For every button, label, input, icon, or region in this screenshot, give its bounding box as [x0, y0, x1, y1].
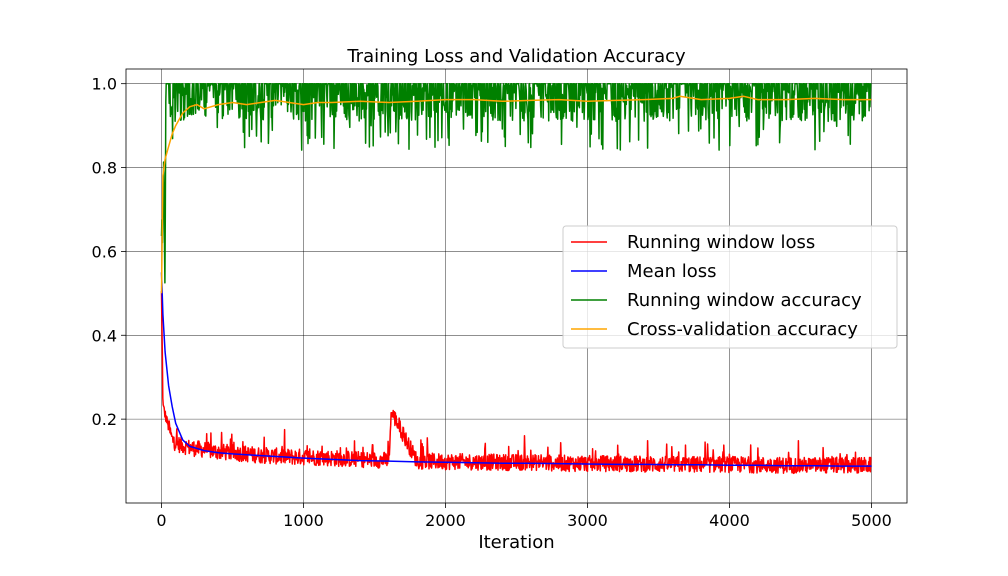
legend-label: Cross-validation accuracy: [627, 319, 858, 340]
y-tick-label: 0.6: [92, 242, 117, 261]
x-tick-label: 1000: [283, 511, 324, 530]
y-tick-label: 1.0: [92, 75, 117, 94]
legend-label: Running window loss: [627, 232, 815, 253]
chart-title: Training Loss and Validation Accuracy: [346, 46, 686, 67]
legend: Running window loss Mean loss Running wind…: [562, 225, 898, 349]
y-tick-label: 0.8: [92, 159, 117, 178]
y-tick-label: 0.2: [92, 410, 117, 429]
x-tick-label: 3000: [567, 511, 608, 530]
y-tick-label: 0.4: [92, 326, 117, 345]
x-axis-title: Iteration: [478, 532, 554, 553]
legend-label: Running window accuracy: [627, 290, 862, 311]
x-tick-label: 4000: [709, 511, 750, 530]
x-tick-label: 2000: [425, 511, 466, 530]
x-tick-label: 5000: [851, 511, 892, 530]
chart: 0 1000 2000 3000 4000 5000 0.2 0.4 0.6 0.8 1.0 Tra…: [0, 0, 1008, 576]
x-tick-label: 0: [156, 511, 166, 530]
legend-label: Mean loss: [627, 261, 717, 282]
